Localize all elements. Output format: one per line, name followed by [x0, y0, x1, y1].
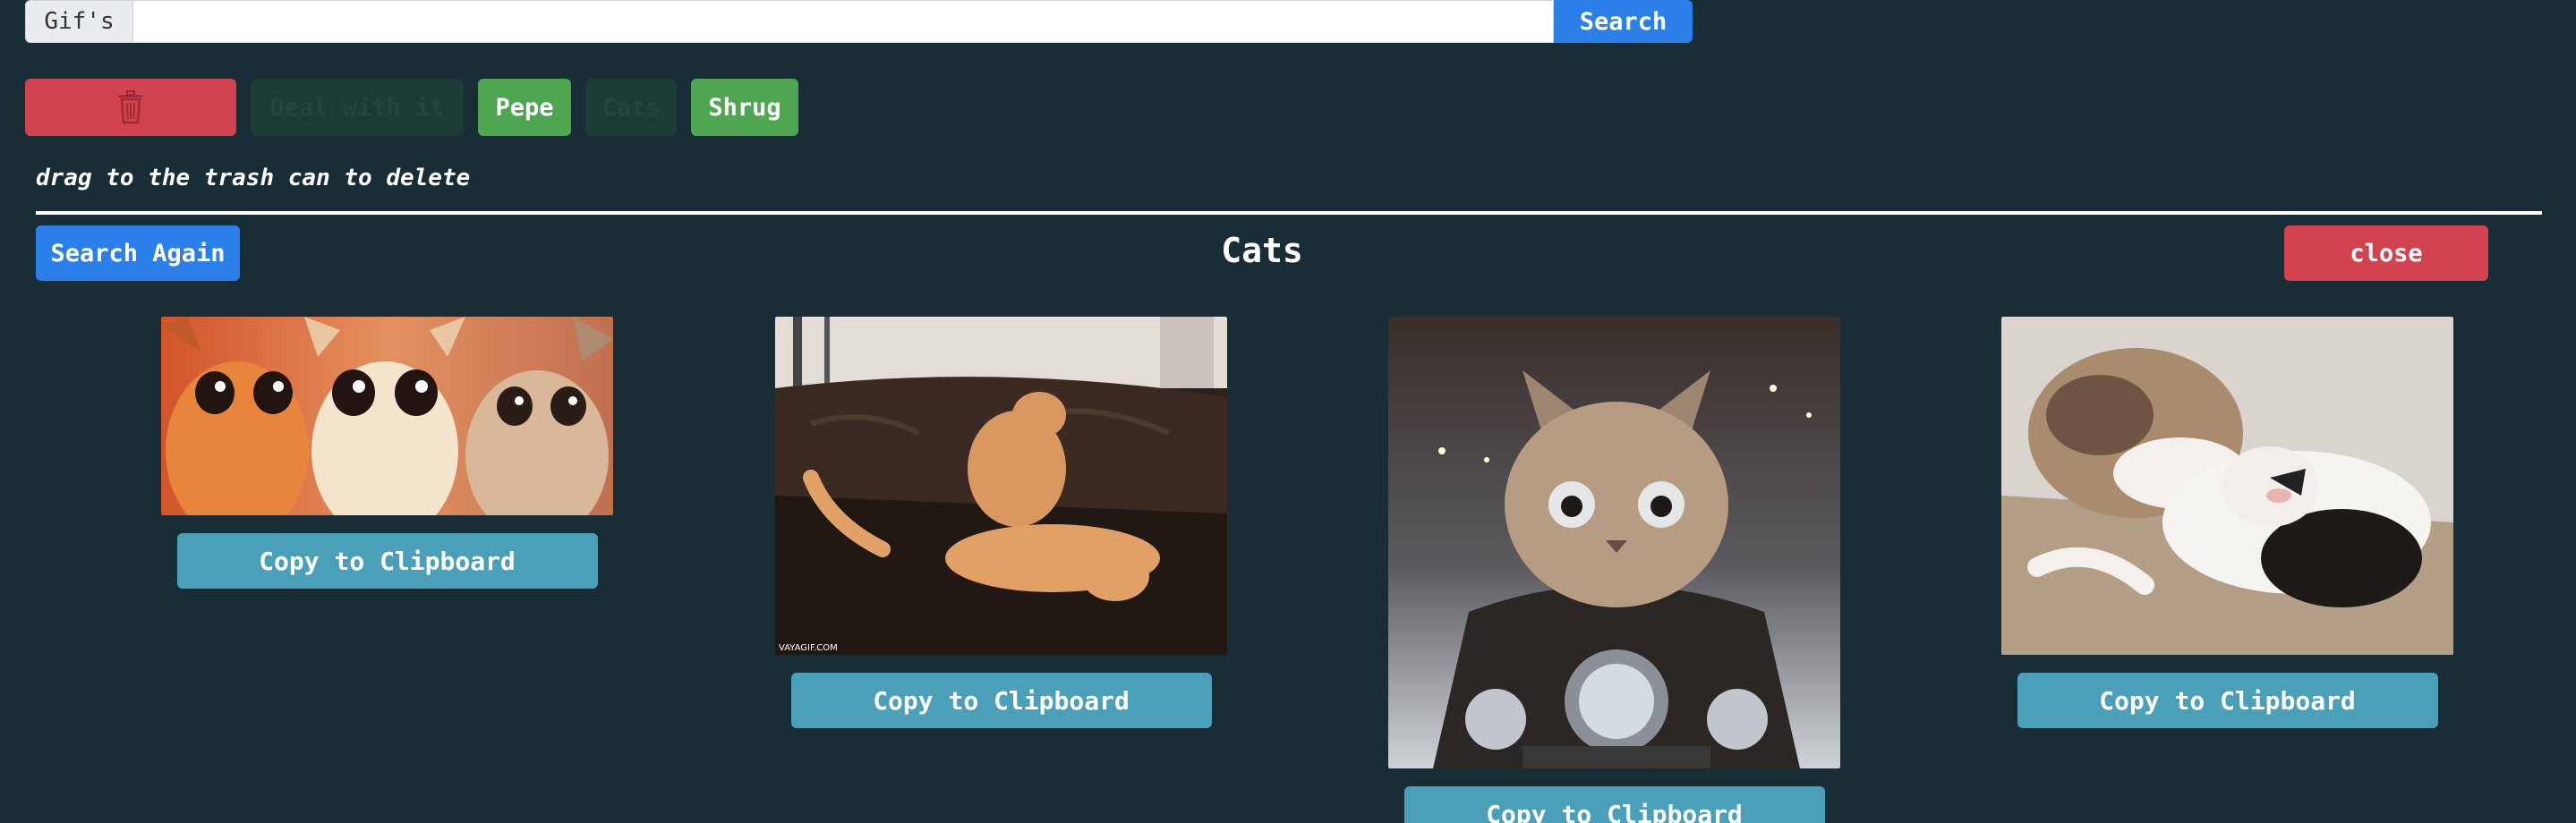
- tag-pepe[interactable]: Pepe: [478, 79, 571, 136]
- gif-card: VAYAGIF.COM Copy to Clipboard: [775, 317, 1227, 728]
- gif-image-motorcycle-cat[interactable]: [1388, 317, 1840, 768]
- tag-cats[interactable]: Cats: [585, 79, 677, 136]
- copy-to-clipboard-button[interactable]: Copy to Clipboard: [1403, 786, 1825, 823]
- search-button[interactable]: Search: [1554, 0, 1693, 43]
- gif-card: Copy to Clipboard: [2001, 317, 2453, 728]
- gif-image-kittens[interactable]: [161, 317, 613, 515]
- divider: [36, 211, 2542, 215]
- gif-card: Copy to Clipboard: [1388, 317, 1840, 823]
- gif-card: Copy to Clipboard: [161, 317, 613, 589]
- copy-to-clipboard-button[interactable]: Copy to Clipboard: [176, 533, 598, 589]
- search-input[interactable]: [132, 0, 1554, 43]
- search-again-button[interactable]: Search Again: [36, 225, 240, 281]
- saved-tags-bar: Deal with it Pepe Cats Shrug: [25, 79, 798, 136]
- close-button[interactable]: close: [2284, 225, 2488, 281]
- copy-to-clipboard-button[interactable]: Copy to Clipboard: [2017, 673, 2438, 728]
- search-prefix-label: Gif's: [25, 0, 132, 43]
- gif-image-cuddling-cats[interactable]: [2001, 317, 2453, 655]
- tag-deal-with-it[interactable]: Deal with it: [251, 79, 464, 136]
- copy-to-clipboard-button[interactable]: Copy to Clipboard: [790, 673, 1212, 728]
- search-bar: Gif's Search: [25, 0, 1693, 43]
- tag-shrug[interactable]: Shrug: [691, 79, 798, 136]
- gif-image-couch-cats[interactable]: VAYAGIF.COM: [775, 317, 1227, 655]
- trash-icon: [119, 90, 142, 124]
- gif-watermark: VAYAGIF.COM: [779, 643, 838, 653]
- results-title: Cats: [1221, 231, 1303, 270]
- trash-drop-zone[interactable]: [25, 79, 236, 136]
- drag-hint: drag to the trash can to delete: [36, 165, 471, 191]
